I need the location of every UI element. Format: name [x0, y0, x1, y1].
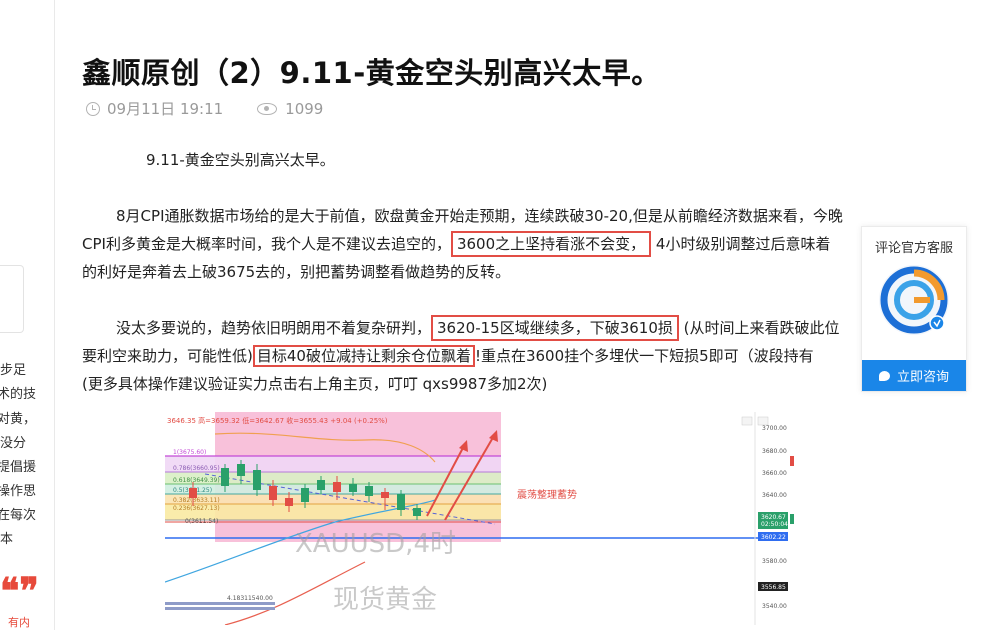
paragraph-line: 的利好是奔着去上破3675去的，别把蓄势调整看做趋势的反转。: [82, 263, 511, 281]
paragraph-line: 没太多要说的，趋势依旧明朗用不着复杂研判， 3620-15区域继续多，下破3610…: [116, 314, 840, 343]
chart-watermark: XAUUSD,4时: [295, 529, 456, 559]
chat-bubble-icon: [878, 370, 890, 381]
y-axis-tick: 3602.22: [761, 534, 786, 541]
sidebar-text-fragment: ，对黄: [0, 412, 36, 427]
paragraph-line: CPI利多黄金是大概率时间，我个人是不建议去追空的， 3600之上坚持看涨不会变，…: [82, 230, 830, 259]
y-axis-tick: 3660.00: [762, 470, 787, 477]
eye-icon: [257, 102, 278, 115]
sidebar-red-fragment: 有内: [8, 616, 30, 629]
publish-date: 09月11日 19:11: [107, 100, 224, 118]
sidebar-text-fragment: 步足: [0, 363, 27, 378]
y-axis-tick: 3640.00: [762, 492, 787, 499]
price-time: 02:50:04: [761, 521, 788, 528]
chart-watermark: 现货黄金: [333, 585, 437, 615]
quote-icon: ❝❞: [0, 570, 39, 612]
paragraph-line: 要利空来助力，可能性低) 目标40破位减持让剩余仓位飘着 !重点在3600挂个多埋伏…: [82, 342, 814, 371]
chart-ticker: 3646.35 高=3659.32 低=3642.67 收=3655.43 +9…: [167, 416, 388, 425]
chart-svg: 3646.35 高=3659.32 低=3642.67 收=3655.43 +9…: [165, 412, 821, 625]
y-axis-tick: 3540.00: [762, 603, 787, 610]
fib-label: 0.618(3649.39): [173, 477, 220, 484]
customer-service-widget: 评论官方客服 立即咨询: [861, 226, 967, 392]
fib-label: 0.382(3633.11): [173, 497, 220, 504]
consult-now-button[interactable]: 立即咨询: [862, 360, 966, 391]
y-axis-tick: 3580.00: [762, 558, 787, 565]
text-span: CPI利多黄金是大概率时间，我个人是不建议去追空的，: [82, 235, 451, 253]
chart-bottom-label: 4.18311540.00: [227, 595, 273, 602]
price-tag: 3620.67: [761, 514, 786, 521]
service-logo: [879, 265, 949, 335]
highlight-box: 3600之上坚持看涨不会变，: [450, 231, 652, 257]
service-title: 评论官方客服: [874, 241, 953, 256]
clock-icon: [86, 101, 100, 116]
sidebar-text-fragment: 没分: [0, 436, 27, 451]
text-span: (从时间上来看跌破此位: [683, 319, 840, 337]
consult-now-label: 立即咨询: [896, 370, 949, 385]
text-span: 4小时级别调整过后意味着: [655, 235, 831, 253]
fib-label: 1(3675.60): [173, 449, 206, 456]
sidebar-text-fragment: 操作思: [0, 484, 36, 499]
view-count: 1099: [285, 99, 324, 118]
text-span: !重点在3600挂个多埋伏一下短损5即可（波段持有: [474, 347, 814, 365]
chart-image: 3646.35 高=3659.32 低=3642.67 收=3655.43 +9…: [165, 412, 821, 625]
sidebar-text-fragment: 术的技: [0, 387, 36, 402]
article-subtitle: 9.11-黄金空头别高兴太早。: [146, 151, 335, 169]
fib-label: 0.236(3627.13): [173, 505, 220, 512]
article-title: 鑫顺原创（2）9.11-黄金空头别高兴太早。: [82, 56, 661, 90]
chart-annotation: 震荡整理蓄势: [517, 488, 577, 501]
paragraph-line: 8月CPI通胀数据市场给的是大于前值，欧盘黄金开始走预期，连续跌破30-20,但…: [116, 207, 843, 225]
y-axis-tick: 3680.00: [762, 448, 787, 455]
sidebar-text-fragment: 提倡援: [0, 460, 36, 475]
sidebar-text-fragment: 在每次: [0, 508, 36, 523]
y-axis-tick: 3700.00: [762, 425, 787, 432]
article-meta: 09月11日 19:11 1099: [86, 98, 323, 119]
sidebar-text-fragment: 本: [0, 532, 14, 547]
paragraph-line: (更多具体操作建议验证实力点击右上角主页，叮叮 qxs9987多加2次): [82, 375, 548, 393]
highlight-box: 3620-15区域继续多，下破3610损: [431, 315, 679, 341]
text-span: 没太多要说的，趋势依旧明朗用不着复杂研判，: [116, 319, 432, 337]
text-span: 要利空来助力，可能性低): [82, 347, 253, 365]
fib-label: 0.786(3660.95): [173, 465, 220, 472]
sidebar-card[interactable]: [0, 265, 24, 333]
fib-label: 0(3611.54): [185, 518, 218, 525]
highlight-box: 目标40破位减持让剩余仓位飘着: [252, 345, 475, 367]
y-axis-tick: 3556.85: [761, 584, 786, 591]
